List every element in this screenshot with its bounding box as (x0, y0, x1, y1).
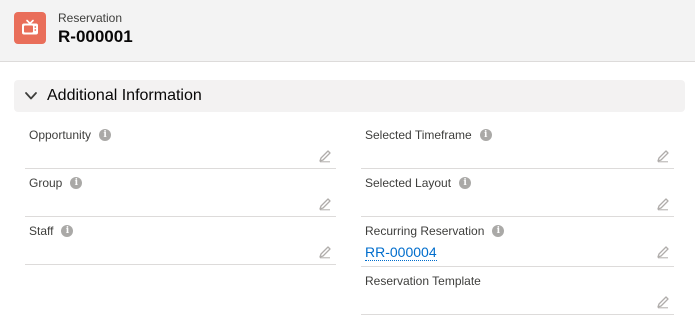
field-label: Reservation Template (365, 274, 481, 288)
chevron-down-icon (25, 92, 37, 100)
field-label: Recurring Reservation i (365, 224, 505, 238)
pencil-icon[interactable] (318, 149, 332, 163)
info-icon[interactable]: i (492, 224, 505, 237)
page-header: Reservation R-000001 (0, 0, 695, 62)
pencil-icon[interactable] (318, 197, 332, 211)
pencil-icon[interactable] (656, 149, 670, 163)
info-icon[interactable]: i (479, 128, 492, 141)
field-selected-timeframe: Selected Timeframe i (361, 121, 674, 169)
field-label: Selected Layout i (365, 176, 472, 190)
tv-icon (14, 12, 46, 44)
info-icon[interactable]: i (70, 176, 83, 189)
field-reservation-template: Reservation Template (361, 267, 674, 315)
info-icon[interactable]: i (61, 224, 74, 237)
pencil-icon[interactable] (656, 197, 670, 211)
field-group: Group i (25, 169, 336, 217)
section-title: Additional Information (47, 87, 202, 104)
record-name: R-000001 (58, 27, 133, 46)
field-label: Selected Timeframe i (365, 128, 492, 142)
field-label: Group i (29, 176, 83, 190)
section-header-additional-information[interactable]: Additional Information (14, 80, 685, 112)
field-label: Staff i (29, 224, 74, 238)
info-icon[interactable]: i (459, 176, 472, 189)
field-label: Opportunity i (29, 128, 112, 142)
info-icon[interactable]: i (99, 128, 112, 141)
pencil-icon[interactable] (656, 245, 670, 259)
pencil-icon[interactable] (656, 295, 670, 309)
field-staff: Staff i (25, 217, 336, 265)
recurring-reservation-link[interactable]: RR-000004 (365, 244, 437, 261)
pencil-icon[interactable] (318, 245, 332, 259)
field-selected-layout: Selected Layout i (361, 169, 674, 217)
field-opportunity: Opportunity i (25, 121, 336, 169)
field-recurring-reservation: Recurring Reservation i RR-000004 (361, 217, 674, 267)
object-label: Reservation (58, 11, 123, 25)
